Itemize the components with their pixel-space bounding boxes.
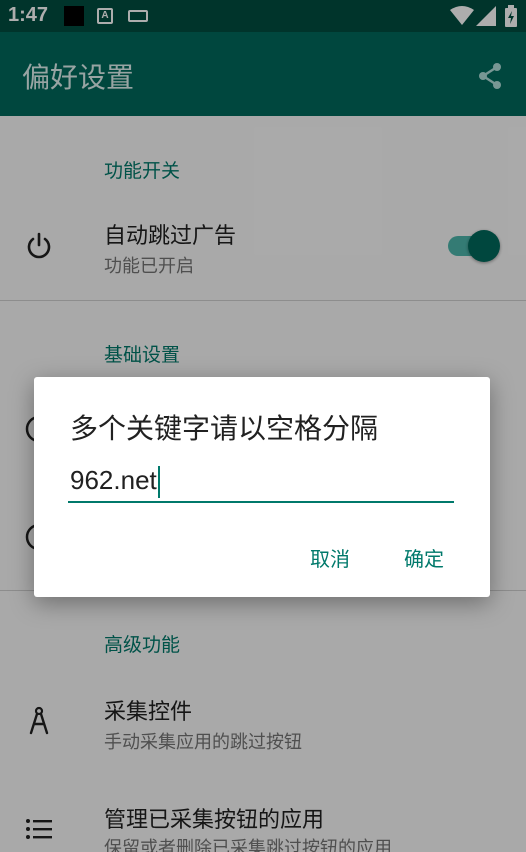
keyword-input[interactable]: 962.net	[68, 461, 454, 503]
input-underline	[68, 501, 454, 503]
keyword-dialog: 多个关键字请以空格分隔 962.net 取消 确定	[34, 377, 490, 597]
text-cursor	[157, 466, 160, 499]
ok-button[interactable]: 确定	[398, 539, 450, 576]
cancel-button[interactable]: 取消	[304, 539, 356, 576]
keyword-input-value: 962.net	[70, 465, 157, 495]
dialog-title: 多个关键字请以空格分隔	[70, 412, 379, 445]
